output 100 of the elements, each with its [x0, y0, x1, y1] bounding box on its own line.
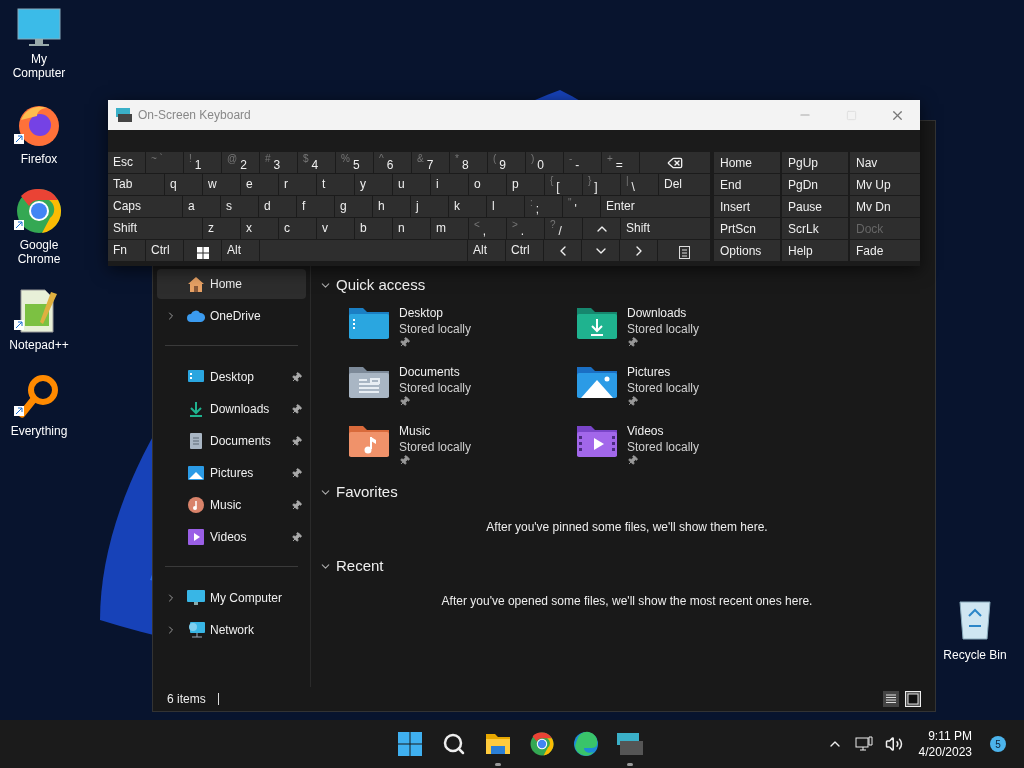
keyboard-key[interactable]: w	[203, 174, 240, 195]
tiles-view-button[interactable]	[905, 691, 921, 707]
folder-tile[interactable]: Desktop Stored locally	[347, 305, 575, 348]
sidebar-item[interactable]: Documents	[157, 426, 306, 456]
keyboard-key[interactable]: Del	[659, 174, 710, 195]
keyboard-key[interactable]: + =	[602, 152, 639, 173]
keyboard-key[interactable]: a	[183, 196, 220, 217]
desktop-shortcut[interactable]: My Computer	[0, 8, 78, 80]
keyboard-key[interactable]: PgUp	[782, 152, 848, 173]
folder-tile[interactable]: Pictures Stored locally	[575, 364, 803, 407]
sidebar-item[interactable]: Desktop	[157, 362, 306, 392]
keyboard-key[interactable]: ! 1	[184, 152, 221, 173]
keyboard-key[interactable]: t	[317, 174, 354, 195]
keyboard-key[interactable]: Fade	[850, 240, 920, 261]
keyboard-key[interactable]: Fn	[108, 240, 145, 261]
sidebar-item[interactable]: Pictures	[157, 458, 306, 488]
details-view-button[interactable]	[883, 691, 899, 707]
keyboard-key[interactable]: | \	[621, 174, 658, 195]
keyboard-key[interactable]: c	[279, 218, 316, 239]
keyboard-key[interactable]: Mv Dn	[850, 196, 920, 217]
folder-tile[interactable]: Documents Stored locally	[347, 364, 575, 407]
keyboard-key[interactable]: Home	[714, 152, 780, 173]
keyboard-key[interactable]: End	[714, 174, 780, 195]
desktop-shortcut[interactable]: Notepad++	[0, 288, 78, 352]
keyboard-key[interactable]: < ,	[469, 218, 506, 239]
keyboard-key[interactable]	[184, 240, 221, 261]
clock[interactable]: 9:11 PM 4/20/2023	[918, 728, 972, 760]
sidebar-item[interactable]: Network	[157, 615, 306, 645]
keyboard-key[interactable]: k	[449, 196, 486, 217]
sidebar-item[interactable]: OneDrive	[157, 301, 306, 331]
keyboard-key[interactable]: - -	[564, 152, 601, 173]
keyboard-key[interactable]: Options	[714, 240, 780, 261]
desktop-shortcut[interactable]: Recycle Bin	[942, 598, 1008, 664]
keyboard-key[interactable]: } ]	[583, 174, 620, 195]
sidebar-item[interactable]: Downloads	[157, 394, 306, 424]
keyboard-key[interactable]: j	[411, 196, 448, 217]
keyboard-key[interactable]: Caps	[108, 196, 182, 217]
keyboard-key[interactable]: Alt	[222, 240, 259, 261]
keyboard-key[interactable]: Tab	[108, 174, 164, 195]
keyboard-key[interactable]: d	[259, 196, 296, 217]
keyboard-key[interactable]: Alt	[468, 240, 505, 261]
keyboard-key[interactable]: Shift	[108, 218, 202, 239]
notification-badge[interactable]: 5	[990, 736, 1006, 752]
keyboard-key[interactable]: m	[431, 218, 468, 239]
keyboard-key[interactable]: y	[355, 174, 392, 195]
sidebar-item[interactable]: Videos	[157, 522, 306, 552]
keyboard-key[interactable]: % 5	[336, 152, 373, 173]
folder-icon[interactable]	[485, 733, 511, 755]
search-icon[interactable]	[442, 732, 466, 756]
desktop-shortcut[interactable]: Google Chrome	[0, 188, 78, 266]
keyboard-icon[interactable]	[617, 733, 643, 755]
keyboard-key[interactable]: ( 9	[488, 152, 525, 173]
keyboard-key[interactable]: ? /	[545, 218, 582, 239]
keyboard-key[interactable]: h	[373, 196, 410, 217]
keyboard-key[interactable]: Shift	[621, 218, 710, 239]
desktop-shortcut[interactable]: Firefox	[0, 102, 78, 166]
keyboard-key[interactable]	[640, 152, 710, 173]
keyboard-key[interactable]: Pause	[782, 196, 848, 217]
keyboard-key[interactable]: * 8	[450, 152, 487, 173]
keyboard-key[interactable]: @ 2	[222, 152, 259, 173]
folder-tile[interactable]: Music Stored locally	[347, 423, 575, 466]
keyboard-key[interactable]: z	[203, 218, 240, 239]
keyboard-key[interactable]: " '	[563, 196, 600, 217]
keyboard-key[interactable]: Ctrl	[146, 240, 183, 261]
keyboard-key[interactable]: Mv Up	[850, 174, 920, 195]
keyboard-key[interactable]: { [	[545, 174, 582, 195]
keyboard-key[interactable]: g	[335, 196, 372, 217]
keyboard-key[interactable]: u	[393, 174, 430, 195]
keyboard-key[interactable]: v	[317, 218, 354, 239]
keyboard-key[interactable]: & 7	[412, 152, 449, 173]
keyboard-key[interactable]: s	[221, 196, 258, 217]
keyboard-key[interactable]: ^ 6	[374, 152, 411, 173]
windows-logo-icon[interactable]	[398, 732, 422, 756]
keyboard-key[interactable]: # 3	[260, 152, 297, 173]
keyboard-key[interactable]: Enter	[601, 196, 710, 217]
keyboard-key[interactable]: $ 4	[298, 152, 335, 173]
keyboard-key[interactable]: Ctrl	[506, 240, 543, 261]
keyboard-key[interactable]: PrtScn	[714, 218, 780, 239]
keyboard-key[interactable]: : ;	[525, 196, 562, 217]
keyboard-key[interactable]	[658, 240, 710, 261]
keyboard-key[interactable]: Insert	[714, 196, 780, 217]
keyboard-key[interactable]: b	[355, 218, 392, 239]
keyboard-key[interactable]: e	[241, 174, 278, 195]
keyboard-key[interactable]: l	[487, 196, 524, 217]
volume-icon[interactable]	[884, 735, 903, 753]
keyboard-key[interactable]: i	[431, 174, 468, 195]
edge-icon[interactable]	[573, 731, 599, 757]
network-icon[interactable]	[854, 736, 873, 752]
keyboard-key[interactable]: PgDn	[782, 174, 848, 195]
keyboard-key[interactable]: q	[165, 174, 202, 195]
keyboard-key[interactable]: o	[469, 174, 506, 195]
keyboard-key[interactable]: n	[393, 218, 430, 239]
folder-tile[interactable]: Downloads Stored locally	[575, 305, 803, 348]
keyboard-key[interactable]: Nav	[850, 152, 920, 173]
keyboard-key[interactable]: x	[241, 218, 278, 239]
keyboard-key[interactable]: p	[507, 174, 544, 195]
folder-tile[interactable]: Videos Stored locally	[575, 423, 803, 466]
keyboard-key[interactable]: Help	[782, 240, 848, 261]
keyboard-key[interactable]: > .	[507, 218, 544, 239]
desktop-shortcut[interactable]: Everything	[0, 374, 78, 438]
